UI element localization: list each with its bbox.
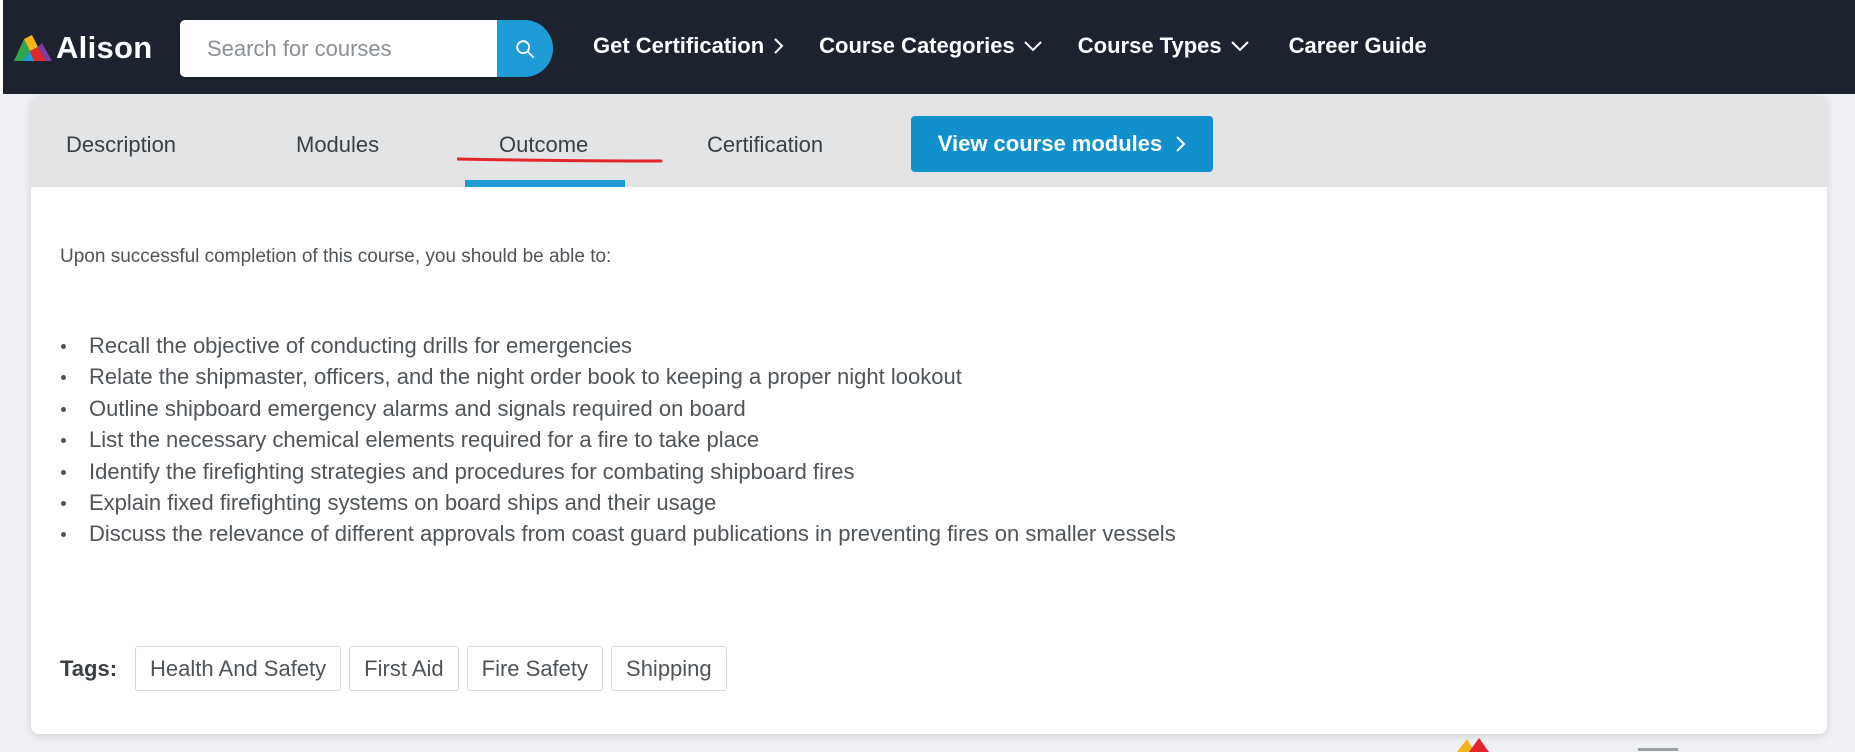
list-item: Outline shipboard emergency alarms and s… <box>60 393 1176 424</box>
view-course-modules-label: View course modules <box>937 131 1163 156</box>
nav-course-categories[interactable]: Course Categories <box>819 33 1043 59</box>
search-button[interactable] <box>497 20 553 77</box>
footer-peek <box>1638 748 1678 751</box>
list-item: Identify the firefighting strategies and… <box>60 456 1176 487</box>
nav-get-certification[interactable]: Get Certification <box>593 33 784 59</box>
active-tab-indicator <box>465 180 625 187</box>
tags-row: Tags: Health And Safety First Aid Fire S… <box>60 646 735 691</box>
tag-health-and-safety[interactable]: Health And Safety <box>135 646 342 691</box>
tab-outcome[interactable]: Outcome <box>499 132 588 158</box>
chevron-down-icon <box>1230 41 1249 52</box>
tag-first-aid[interactable]: First Aid <box>349 646 459 691</box>
nav-course-types[interactable]: Course Types <box>1078 33 1250 59</box>
list-item: List the necessary chemical elements req… <box>60 424 1176 455</box>
tag-shipping[interactable]: Shipping <box>611 646 727 691</box>
chevron-right-icon <box>1176 136 1186 152</box>
chevron-down-icon <box>1024 41 1042 52</box>
search-bar <box>180 20 553 77</box>
outcome-list: Recall the objective of conducting drill… <box>60 330 1176 550</box>
view-course-modules-button[interactable]: View course modules <box>911 116 1213 172</box>
nav-career-guide[interactable]: Career Guide <box>1289 33 1427 59</box>
nav-course-categories-label: Course Categories <box>819 33 1015 58</box>
chevron-right-icon <box>774 38 784 54</box>
course-outcome-card: Description Modules Outcome Certificatio… <box>31 96 1827 734</box>
nav-career-guide-label: Career Guide <box>1288 33 1427 58</box>
list-item: Relate the shipmaster, officers, and the… <box>60 361 1176 392</box>
tab-description[interactable]: Description <box>66 132 176 158</box>
nav-get-certification-label: Get Certification <box>593 33 765 58</box>
brand-name: Alison <box>56 30 153 65</box>
footer-logo-peek-icon <box>1457 738 1489 752</box>
tab-modules[interactable]: Modules <box>296 132 379 158</box>
list-item: Recall the objective of conducting drill… <box>60 330 1176 361</box>
main-nav: Get Certification Course Categories Cour… <box>593 33 1427 59</box>
nav-course-types-label: Course Types <box>1077 33 1222 58</box>
search-icon <box>516 39 535 58</box>
search-input[interactable] <box>180 20 497 77</box>
list-item: Discuss the relevance of different appro… <box>60 518 1176 549</box>
navbar-edge <box>0 0 3 94</box>
red-annotation-underline <box>457 157 663 163</box>
tab-certification[interactable]: Certification <box>707 132 823 158</box>
tags-label: Tags: <box>60 655 118 681</box>
list-item: Explain fixed firefighting systems on bo… <box>60 487 1176 518</box>
course-tabs: Description Modules Outcome Certificatio… <box>31 96 1827 187</box>
alison-logo-icon <box>14 35 52 61</box>
alison-logo[interactable]: Alison <box>12 30 153 66</box>
top-navbar: Alison Get Certification Course Categori… <box>0 0 1855 94</box>
outcome-intro: Upon successful completion of this cours… <box>60 246 612 267</box>
tag-fire-safety[interactable]: Fire Safety <box>466 646 604 691</box>
